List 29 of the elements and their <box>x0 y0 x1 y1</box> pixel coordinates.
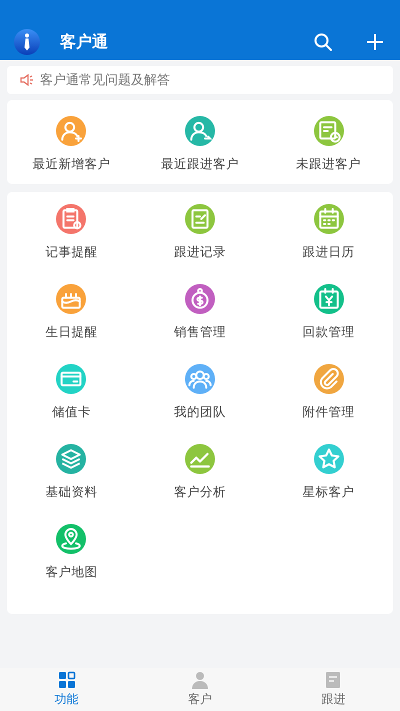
feature-button[interactable]: 记事提醒 <box>7 204 136 284</box>
feature-button[interactable]: 跟进记录 <box>136 204 264 284</box>
notice-text: 客户通常见问题及解答 <box>40 72 170 89</box>
search-button[interactable] <box>312 31 334 53</box>
feature-button[interactable]: 客户分析 <box>136 444 264 524</box>
feature-button[interactable]: 我的团队 <box>136 364 264 444</box>
feature-button[interactable]: 销售管理 <box>136 284 264 364</box>
grid-icon <box>58 671 76 689</box>
speaker-icon <box>20 74 34 86</box>
feature-button[interactable]: 星标客户 <box>264 444 393 524</box>
feature-button[interactable]: 回款管理 <box>264 284 393 364</box>
feature-button[interactable]: 基础资料 <box>7 444 136 524</box>
app-title: 客户通 <box>60 32 109 52</box>
notice-bar[interactable]: 客户通常见问题及解答 <box>7 66 393 94</box>
feature-button[interactable]: 客户地图 <box>7 524 136 604</box>
feature-button[interactable]: 跟进日历 <box>264 204 393 284</box>
tab[interactable]: 跟进 <box>266 668 400 711</box>
feature-button[interactable]: 最近跟进客户 <box>136 100 264 184</box>
feature-button[interactable]: 生日提醒 <box>7 284 136 364</box>
feature-button[interactable]: 最近新增客户 <box>7 100 136 184</box>
add-button[interactable] <box>364 31 386 53</box>
document-icon <box>324 671 342 689</box>
tab[interactable]: 功能 <box>0 668 134 711</box>
feature-button[interactable]: 未跟进客户 <box>264 100 393 184</box>
feature-button[interactable]: 储值卡 <box>7 364 136 444</box>
logo-icon <box>14 29 40 55</box>
tab[interactable]: 客户 <box>133 668 267 711</box>
feature-button[interactable]: 附件管理 <box>264 364 393 444</box>
person-icon <box>190 671 209 689</box>
